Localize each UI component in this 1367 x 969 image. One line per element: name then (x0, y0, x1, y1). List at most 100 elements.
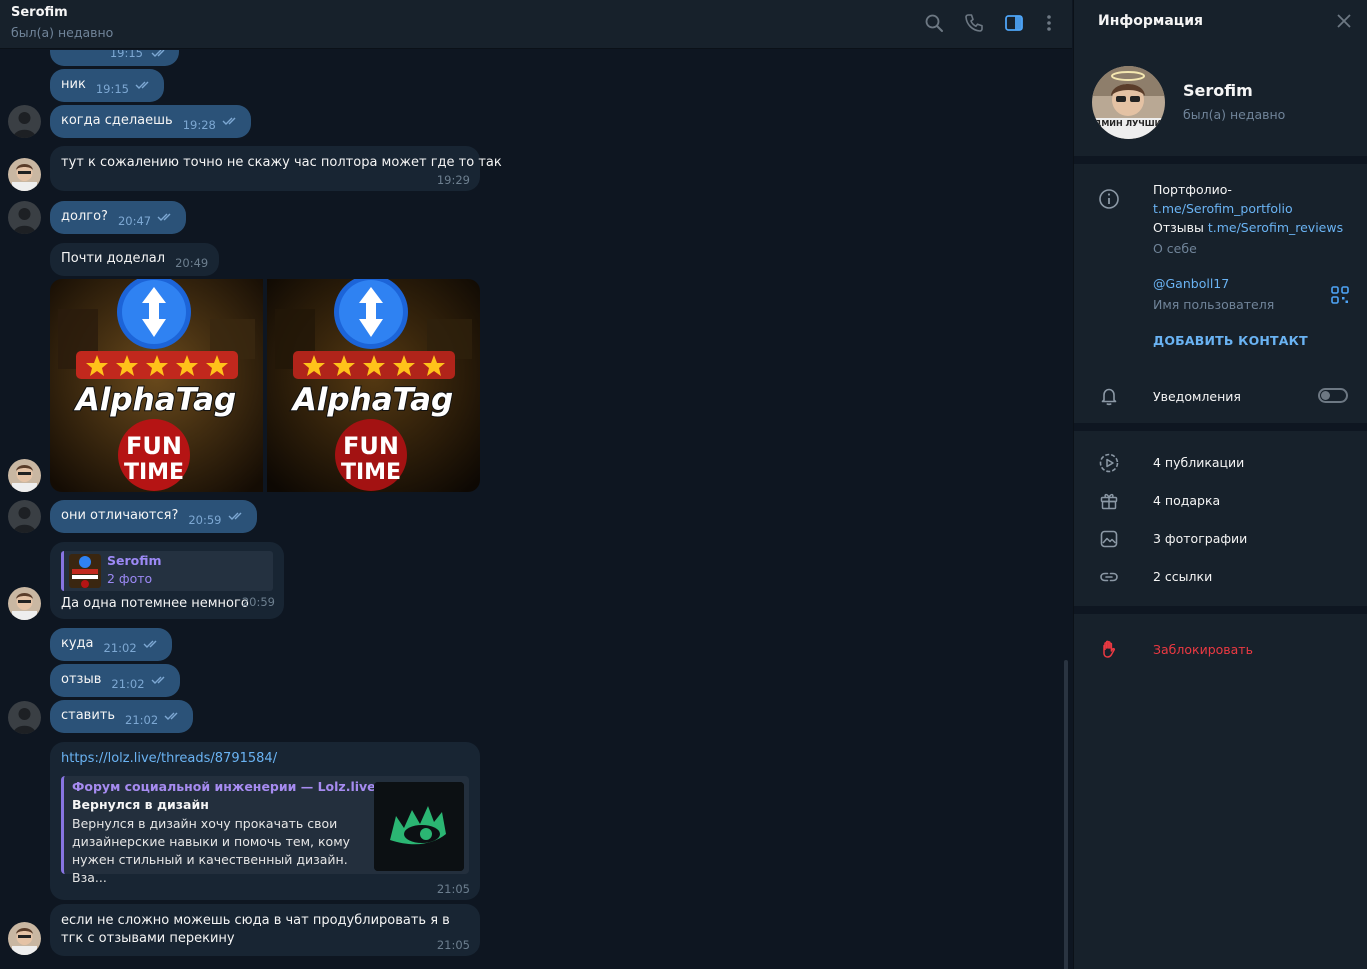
sender-avatar[interactable] (8, 500, 41, 533)
read-check-icon (228, 511, 246, 521)
message-bubble[interactable]: тут к сожалению точно не скажу час полто… (50, 146, 502, 191)
username[interactable]: @Ganboll17 (1153, 276, 1229, 291)
sender-avatar[interactable] (8, 587, 41, 620)
sender-avatar[interactable] (8, 158, 41, 191)
message-bubble[interactable]: куда 21:02 (50, 628, 172, 661)
message-bubble[interactable]: ставить 21:02 (50, 700, 194, 733)
media-row-gifts[interactable]: 4 подарка (1074, 481, 1367, 519)
qr-code-icon[interactable] (1329, 284, 1351, 306)
message-time: 21:05 (436, 938, 470, 952)
media-row-label: 4 публикации (1153, 455, 1245, 470)
sender-avatar[interactable] (8, 701, 41, 734)
section-divider (1074, 606, 1367, 614)
gift-icon (1098, 490, 1120, 512)
chat-status: был(а) недавно (11, 25, 114, 40)
info-panel: Информация АДМИН ЛУЧШИЙ Serofim был(а) н… (1073, 0, 1367, 969)
read-check-icon (157, 212, 175, 222)
read-check-icon (164, 711, 182, 721)
hand-stop-icon (1098, 638, 1120, 660)
message-bubble[interactable]: они отличаются? 20:59 (50, 500, 257, 533)
message-text: Почти доделал (61, 251, 166, 266)
message-time: 21:02 (103, 641, 137, 655)
message-text: они отличаются? (61, 508, 179, 523)
message-bubble[interactable]: ник 19:15 (50, 69, 164, 102)
album-time-text: TIME (341, 460, 401, 485)
info-icon (1098, 188, 1120, 210)
sender-avatar[interactable] (8, 922, 41, 955)
message-time: 20:49 (175, 256, 209, 270)
message-link[interactable]: https://lolz.live/threads/8791584/ (61, 751, 277, 766)
message-text: ставить (61, 708, 116, 723)
media-row-links[interactable]: 2 ссылки (1074, 557, 1367, 595)
search-icon[interactable] (923, 12, 945, 34)
bio-reviews-link[interactable]: t.me/Serofim_reviews (1208, 220, 1343, 235)
message-bubble[interactable]: Почти доделал 20:49 (50, 243, 220, 276)
section-divider (1074, 423, 1367, 431)
chat-scrollbar[interactable] (1064, 660, 1068, 969)
photo-album[interactable]: AlphaTag FUN TIME AlphaTag FUN TIME (50, 279, 480, 492)
profile-name: Serofim (1183, 81, 1253, 100)
media-row-photos[interactable]: 3 фотографии (1074, 519, 1367, 557)
link-preview[interactable]: Форум социальной инженерии — Lolz.live..… (61, 776, 469, 885)
more-menu-icon[interactable] (1038, 12, 1060, 34)
photo-icon (1098, 528, 1120, 550)
album-time-text: TIME (124, 460, 184, 485)
message-bubble[interactable]: когда сделаешь 19:28 (50, 105, 251, 138)
message-time: 20:59 (241, 595, 275, 609)
message-bubble[interactable]: долго? 20:47 (50, 201, 187, 234)
preview-image (374, 782, 464, 871)
reply-quote[interactable]: Serofim 2 фото (61, 551, 273, 591)
preview-title: Вернулся в дизайн (72, 797, 209, 812)
bio-portfolio-link[interactable]: t.me/Serofim_portfolio (1153, 201, 1293, 216)
message-time: 19:15 (109, 50, 143, 60)
message-time: 21:02 (125, 713, 159, 727)
album-photo[interactable]: AlphaTag FUN TIME (267, 279, 480, 492)
media-row-label: 2 ссылки (1153, 569, 1213, 584)
message-text: куда (61, 636, 94, 651)
chat-title[interactable]: Serofim (11, 5, 68, 20)
sender-avatar[interactable] (8, 459, 41, 492)
read-check-icon (143, 639, 161, 649)
message-bubble[interactable]: https://lolz.live/threads/8791584/ Форум… (50, 742, 480, 900)
album-brand-text: AlphaTag (290, 382, 453, 418)
chat-area: Serofim был(а) недавно 19:15 ник 19:15 к… (0, 0, 1072, 969)
album-fun-text: FUN (343, 432, 399, 460)
close-icon[interactable] (1336, 13, 1352, 29)
media-row-publications[interactable]: 4 публикации (1074, 443, 1367, 481)
album-fun-text: FUN (126, 432, 182, 460)
sidebar-toggle-icon[interactable] (1003, 12, 1025, 34)
toggle-knob (1321, 391, 1330, 400)
bio-label: О себе (1153, 241, 1197, 256)
message-bubble[interactable]: 19:15 (50, 50, 179, 66)
sender-avatar[interactable] (8, 201, 41, 234)
add-contact-button[interactable]: ДОБАВИТЬ КОНТАКТ (1153, 333, 1308, 348)
message-time: 19:28 (182, 118, 216, 132)
message-time: 21:05 (436, 882, 470, 896)
message-bubble[interactable]: если не сложно можешь сюда в чат продубл… (50, 904, 480, 956)
message-time: 19:15 (95, 82, 129, 96)
message-bubble[interactable]: отзыв 21:02 (50, 664, 180, 697)
preview-site-name: Форум социальной инженерии — Lolz.live..… (72, 779, 390, 794)
notifications-label: Уведомления (1153, 389, 1241, 404)
message-text: когда сделаешь (61, 113, 173, 128)
album-photo[interactable]: AlphaTag FUN TIME (50, 279, 263, 492)
reply-thumbnail (69, 554, 101, 588)
link-icon (1098, 566, 1120, 588)
phone-icon[interactable] (963, 12, 985, 34)
reply-summary: 2 фото (107, 571, 153, 586)
info-title: Информация (1098, 13, 1203, 29)
sender-avatar[interactable] (8, 105, 41, 138)
message-text: если не сложно можешь сюда в чат продубл… (61, 913, 450, 946)
message-bubble[interactable]: Serofim 2 фото Да одна потемнее немного … (50, 542, 284, 619)
message-text: тут к сожалению точно не скажу час полто… (61, 155, 502, 170)
block-user-button[interactable]: Заблокировать (1074, 634, 1367, 666)
album-brand-text: AlphaTag (73, 382, 236, 418)
bio-reviews-prefix: Отзывы (1153, 220, 1208, 235)
message-text: отзыв (61, 672, 102, 687)
section-divider (1074, 156, 1367, 164)
profile-status: был(а) недавно (1183, 107, 1286, 122)
profile-avatar[interactable]: АДМИН ЛУЧШИЙ (1092, 66, 1165, 139)
message-list[interactable]: 19:15 ник 19:15 когда сделаешь 19:28 тут к… (0, 50, 1072, 969)
avatar-badge-text: АДМИН ЛУЧШИЙ (1092, 117, 1165, 128)
notifications-toggle[interactable] (1318, 388, 1348, 403)
